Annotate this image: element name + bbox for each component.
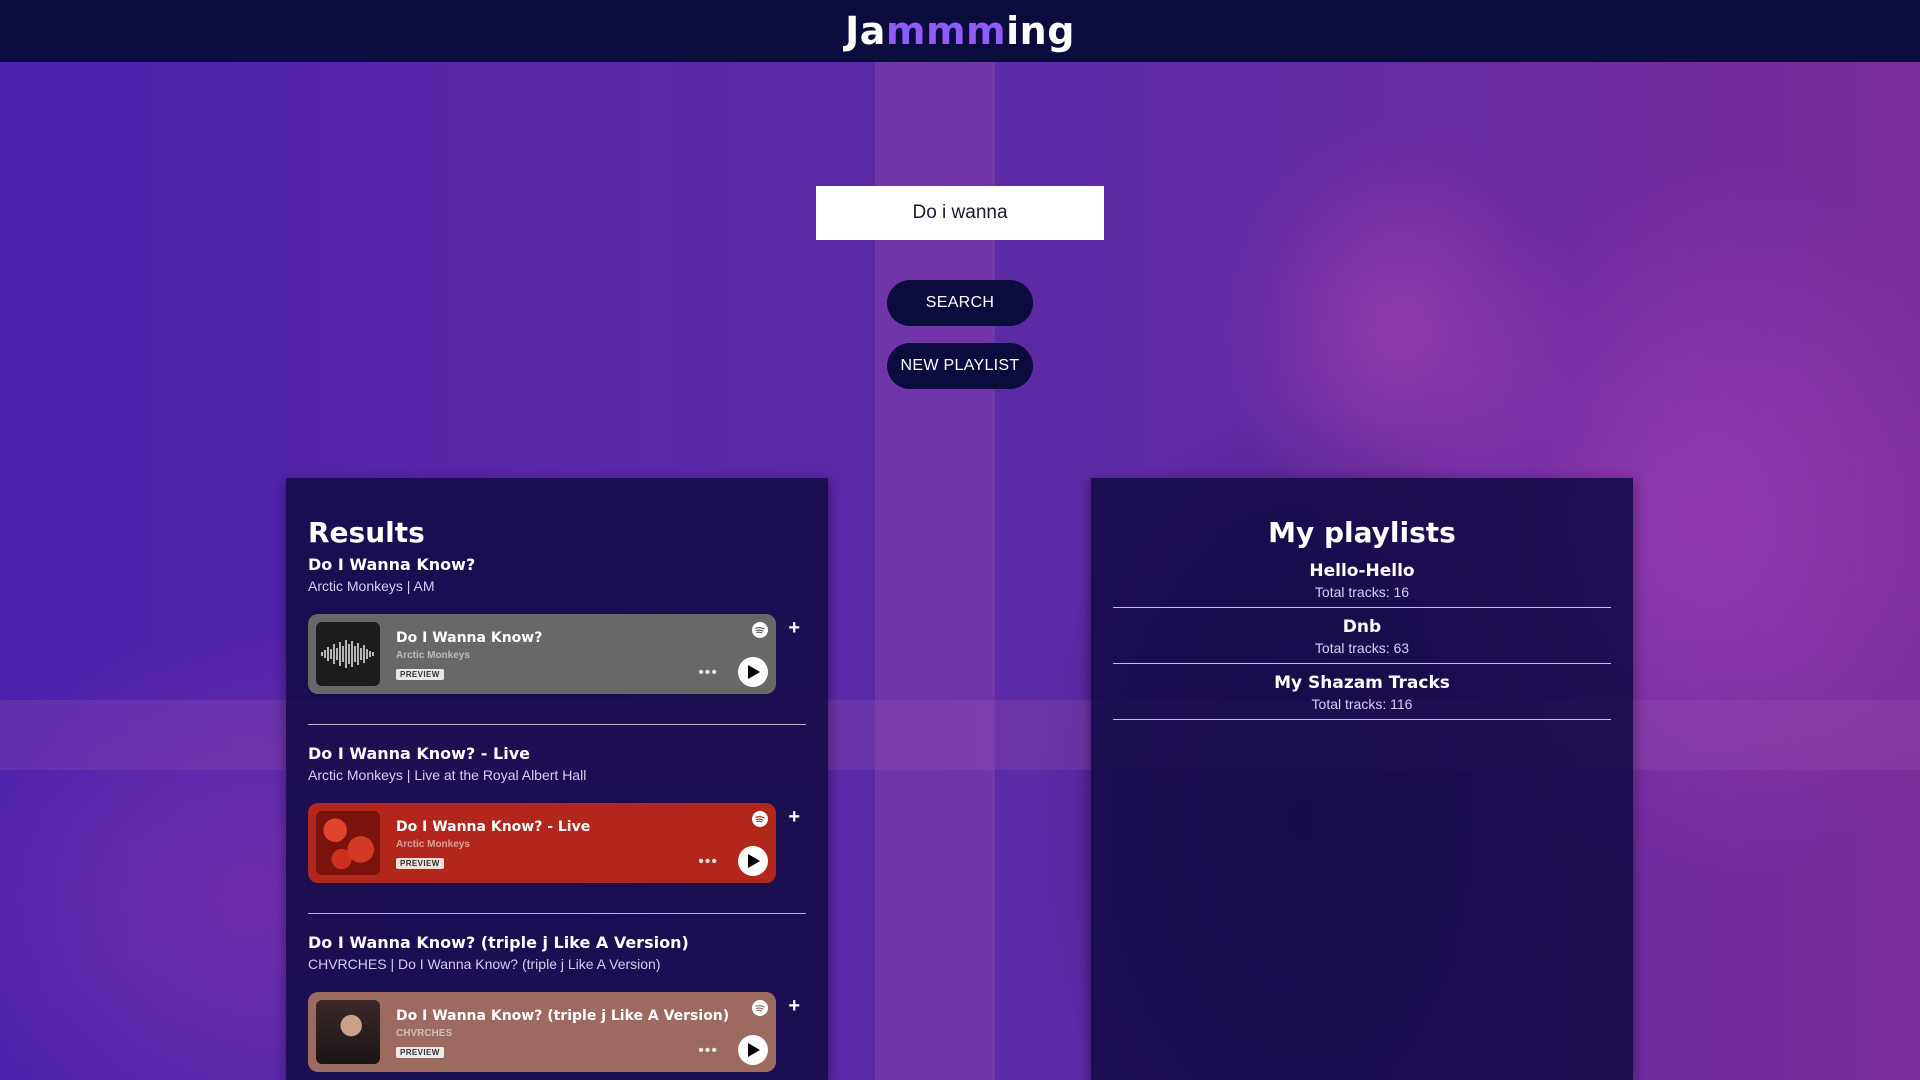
track-meta: CHVRCHES | Do I Wanna Know? (triple j Li… [308, 956, 661, 972]
playlist-track-count: Total tracks: 63 [1314, 640, 1410, 656]
spotify-embed[interactable]: Do I Wanna Know? - Live Arctic Monkeys P… [308, 803, 776, 883]
track-item: Do I Wanna Know? (triple j Like A Versio… [308, 932, 806, 1072]
add-track-button[interactable]: + [788, 807, 800, 827]
embed-title: Do I Wanna Know? [396, 630, 543, 646]
track-meta: Arctic Monkeys | AM [308, 578, 435, 594]
album-cover [316, 1000, 380, 1064]
playlist-item[interactable]: My Shazam Tracks Total tracks: 116 [1113, 664, 1611, 720]
embed-title: Do I Wanna Know? - Live [396, 819, 591, 835]
new-playlist-button[interactable]: NEW PLAYLIST [887, 343, 1033, 389]
playlist-name: Hello-Hello [1309, 561, 1415, 581]
search-input[interactable] [816, 186, 1104, 240]
track-name: Do I Wanna Know? - Live [308, 744, 530, 763]
play-button[interactable] [738, 657, 768, 687]
preview-badge: PREVIEW [396, 1047, 444, 1058]
play-icon [748, 665, 760, 679]
divider [308, 724, 806, 725]
spotify-embed[interactable]: Do I Wanna Know? Arctic Monkeys PREVIEW … [308, 614, 776, 694]
add-track-button[interactable]: + [788, 618, 800, 638]
more-options-icon[interactable]: ••• [698, 664, 718, 682]
spotify-embed[interactable]: Do I Wanna Know? (triple j Like A Versio… [308, 992, 776, 1072]
logo-highlight: mmm [885, 9, 1007, 53]
track-meta: Arctic Monkeys | Live at the Royal Alber… [308, 767, 587, 783]
preview-badge: PREVIEW [396, 669, 444, 680]
embed-artist: Arctic Monkeys [396, 650, 470, 661]
playlist-name: My Shazam Tracks [1274, 673, 1450, 693]
album-cover [316, 811, 380, 875]
add-track-button[interactable]: + [788, 996, 800, 1016]
more-options-icon[interactable]: ••• [698, 853, 718, 871]
app-header: Jammming [0, 0, 1920, 62]
spotify-icon[interactable] [752, 622, 768, 638]
waveform-icon [321, 640, 374, 668]
spotify-icon[interactable] [752, 1000, 768, 1016]
search-button[interactable]: SEARCH [887, 280, 1033, 326]
track-item: Do I Wanna Know? - Live Arctic Monkeys |… [308, 743, 806, 914]
playlist-track-count: Total tracks: 116 [1311, 696, 1413, 712]
embed-title: Do I Wanna Know? (triple j Like A Versio… [396, 1008, 730, 1024]
playlist-track-count: Total tracks: 16 [1314, 584, 1410, 600]
playlist-item[interactable]: Dnb Total tracks: 63 [1113, 608, 1611, 664]
playlist-name: Dnb [1342, 617, 1382, 637]
play-icon [748, 854, 760, 868]
track-name: Do I Wanna Know? (triple j Like A Versio… [308, 933, 689, 952]
results-title: Results [308, 516, 425, 549]
play-button[interactable] [738, 1035, 768, 1065]
play-button[interactable] [738, 846, 768, 876]
spotify-icon[interactable] [752, 811, 768, 827]
track-item: Do I Wanna Know? Arctic Monkeys | AM Do … [308, 554, 806, 725]
embed-artist: CHVRCHES [396, 1028, 453, 1039]
logo-part: ing [1006, 9, 1075, 53]
logo-part: Ja [845, 9, 886, 53]
more-options-icon[interactable]: ••• [698, 1042, 718, 1060]
playlists-title: My playlists [1268, 516, 1456, 549]
embed-artist: Arctic Monkeys [396, 839, 470, 850]
divider [308, 913, 806, 914]
app-logo: Jammming [845, 9, 1075, 53]
preview-badge: PREVIEW [396, 858, 444, 869]
results-panel: Results Do I Wanna Know? Arctic Monkeys … [286, 478, 828, 1080]
playlists-panel: My playlists Hello-Hello Total tracks: 1… [1091, 478, 1633, 1080]
album-cover [316, 622, 380, 686]
track-name: Do I Wanna Know? [308, 555, 476, 574]
play-icon [748, 1043, 760, 1057]
playlist-item[interactable]: Hello-Hello Total tracks: 16 [1113, 552, 1611, 608]
